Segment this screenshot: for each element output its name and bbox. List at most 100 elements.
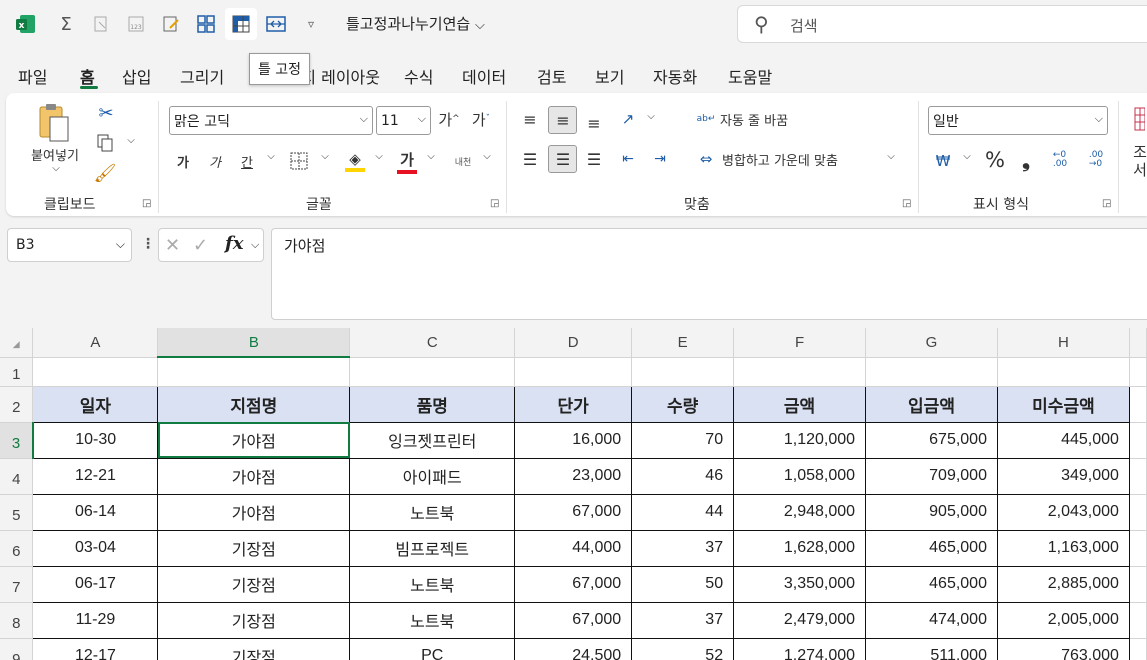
- phonetic-guide-button[interactable]: 내천: [448, 147, 478, 175]
- wrap-text-button[interactable]: 자동 줄 바꿈: [720, 107, 788, 131]
- row-header[interactable]: 1: [0, 357, 34, 387]
- chevron-down-icon[interactable]: ⌵: [424, 151, 438, 162]
- format-painter-icon[interactable]: [85, 8, 117, 40]
- cell[interactable]: [997, 357, 1130, 387]
- cell[interactable]: 03-04: [32, 529, 159, 567]
- currency-icon[interactable]: ₩: [930, 149, 956, 173]
- cell[interactable]: 2,005,000: [996, 601, 1130, 639]
- enter-icon[interactable]: ✓: [193, 235, 208, 256]
- cut-icon[interactable]: ✂: [94, 101, 118, 125]
- cell[interactable]: 12-17: [32, 637, 159, 660]
- dialog-launcher-icon[interactable]: ◲: [902, 198, 911, 209]
- tab-draw[interactable]: 그리기: [180, 64, 224, 88]
- cell[interactable]: 465,000: [865, 565, 998, 603]
- column-header[interactable]: A: [32, 328, 159, 358]
- cell[interactable]: 06-14: [32, 493, 159, 531]
- more-options-icon[interactable]: ⋮: [141, 236, 155, 252]
- cell[interactable]: 아이패드: [349, 457, 516, 495]
- cell[interactable]: [631, 357, 735, 387]
- tab-insert[interactable]: 삽입: [122, 64, 151, 88]
- autosum-icon[interactable]: Σ: [50, 8, 82, 40]
- chevron-down-icon[interactable]: ⌵: [372, 151, 386, 162]
- split-icon[interactable]: [260, 8, 292, 40]
- cell[interactable]: [1129, 638, 1147, 660]
- insert-function-button[interactable]: fx: [225, 233, 243, 254]
- pivot-icon[interactable]: [190, 8, 222, 40]
- row-header[interactable]: 4: [0, 458, 34, 495]
- cell[interactable]: 675,000: [865, 421, 998, 459]
- cell[interactable]: 노트북: [349, 493, 516, 531]
- cell[interactable]: 52: [631, 637, 735, 660]
- cell[interactable]: 1,058,000: [733, 457, 867, 495]
- document-title[interactable]: 틀고정과나누기연습 ⌵: [346, 13, 485, 34]
- header-cell[interactable]: 일자: [32, 385, 159, 423]
- cell[interactable]: 12-21: [32, 457, 159, 495]
- format-painter-brush-icon[interactable]: 🖌: [92, 161, 118, 185]
- increase-font-size-button[interactable]: 가 ^: [436, 107, 462, 131]
- header-cell[interactable]: 금액: [733, 385, 867, 423]
- tab-automate[interactable]: 자동화: [653, 64, 697, 88]
- header-cell[interactable]: 미수금액: [996, 385, 1130, 423]
- cell[interactable]: 67,000: [514, 601, 633, 639]
- cell[interactable]: 1,274,000: [733, 637, 867, 660]
- cell[interactable]: 763,000: [996, 637, 1130, 660]
- cell[interactable]: [349, 357, 516, 387]
- cell[interactable]: 가야점: [157, 493, 351, 531]
- paste-button[interactable]: 붙여넣기: [20, 145, 90, 164]
- cell[interactable]: 3,350,000: [733, 565, 867, 603]
- increase-decimal-icon[interactable]: ←0.00: [1046, 147, 1074, 173]
- header-cell[interactable]: 단가: [514, 385, 633, 423]
- cell[interactable]: 11-29: [32, 601, 159, 639]
- cell[interactable]: 709,000: [865, 457, 998, 495]
- formula-input[interactable]: 가야점: [271, 228, 1147, 320]
- cell[interactable]: 349,000: [996, 457, 1130, 495]
- cell[interactable]: 빔프로젝트: [349, 529, 516, 567]
- align-top-icon[interactable]: ≡: [518, 107, 542, 131]
- cell[interactable]: 67,000: [514, 565, 633, 603]
- cell[interactable]: 기장점: [157, 565, 351, 603]
- increase-indent-icon[interactable]: ⇥: [648, 147, 672, 171]
- cell[interactable]: 37: [631, 601, 735, 639]
- column-header[interactable]: D: [514, 328, 633, 358]
- more-icon[interactable]: ▿: [295, 8, 327, 40]
- font-size-dropdown[interactable]: 11 ⌵: [376, 106, 431, 135]
- header-cell[interactable]: 지점명: [157, 385, 351, 423]
- borders-icon[interactable]: [286, 149, 312, 173]
- bold-button[interactable]: 가: [172, 149, 194, 173]
- dialog-launcher-icon[interactable]: ◲: [1102, 198, 1111, 209]
- cell[interactable]: 905,000: [865, 493, 998, 531]
- percent-button[interactable]: %: [982, 147, 1008, 173]
- cell[interactable]: 44,000: [514, 529, 633, 567]
- cell[interactable]: 2,479,000: [733, 601, 867, 639]
- row-header[interactable]: 7: [0, 566, 34, 603]
- cell[interactable]: 2,885,000: [996, 565, 1130, 603]
- chevron-down-icon[interactable]: ⌵: [318, 151, 332, 162]
- cell[interactable]: 16,000: [514, 421, 633, 459]
- cell[interactable]: 37: [631, 529, 735, 567]
- decrease-font-size-button[interactable]: 가ˇ: [468, 107, 494, 131]
- cell[interactable]: 1,120,000: [733, 421, 867, 459]
- number-format-dropdown[interactable]: 일반 ⌵: [928, 106, 1108, 135]
- cell[interactable]: 465,000: [865, 529, 998, 567]
- cell[interactable]: 46: [631, 457, 735, 495]
- cell[interactable]: 50: [631, 565, 735, 603]
- comma-button[interactable]: ❟: [1014, 147, 1038, 173]
- row-header[interactable]: 9: [0, 638, 34, 660]
- fill-color-button[interactable]: ◈: [342, 147, 368, 175]
- cell[interactable]: 기장점: [157, 601, 351, 639]
- italic-button[interactable]: 가: [204, 149, 226, 173]
- chevron-down-icon[interactable]: ⌵: [644, 111, 658, 122]
- cell[interactable]: 잉크젯프린터: [349, 421, 516, 459]
- orientation-icon[interactable]: ↗: [616, 107, 640, 131]
- column-header[interactable]: B: [157, 328, 351, 358]
- dialog-launcher-icon[interactable]: ◲: [490, 198, 499, 209]
- cell[interactable]: 06-17: [32, 565, 159, 603]
- row-header[interactable]: 2: [0, 386, 34, 423]
- chevron-down-icon[interactable]: ⌵: [264, 151, 278, 162]
- align-right-icon[interactable]: ☰: [582, 147, 606, 171]
- cell[interactable]: [514, 357, 633, 387]
- cell[interactable]: [1129, 422, 1147, 459]
- copy-icon[interactable]: [92, 131, 118, 155]
- cell[interactable]: [1129, 602, 1147, 639]
- column-header[interactable]: F: [733, 328, 867, 358]
